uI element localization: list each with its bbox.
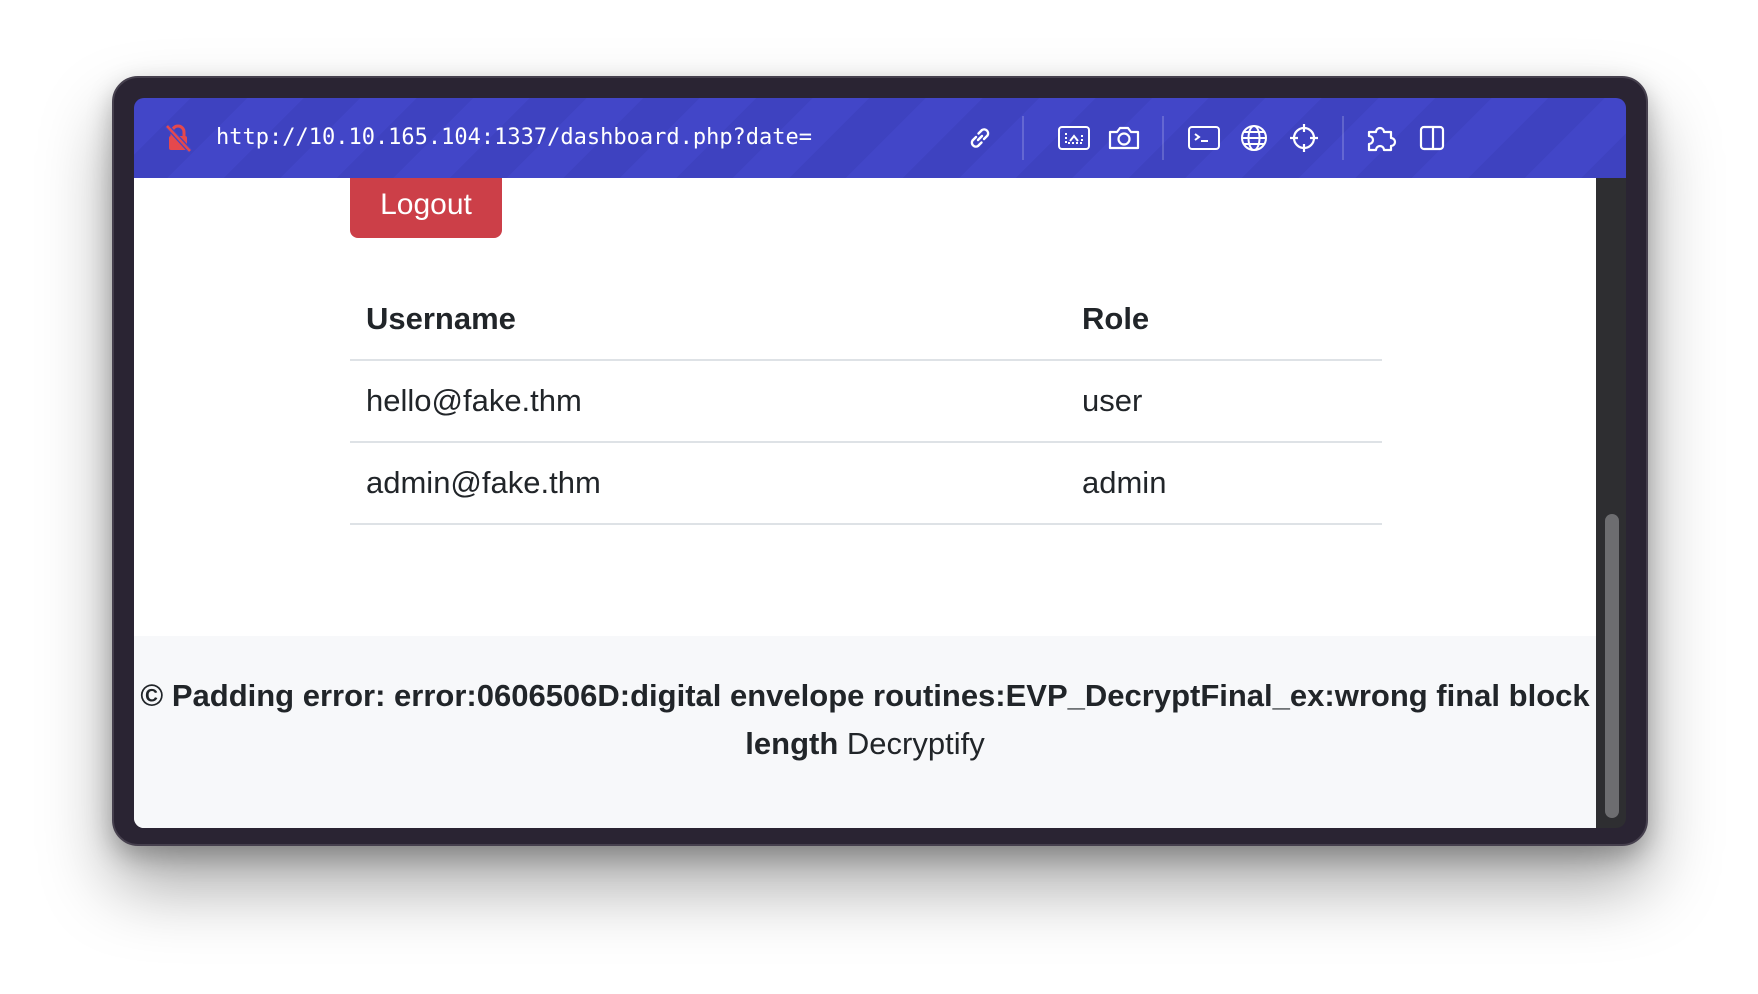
footer-text: © Padding error: error:0606506D:digital … — [134, 672, 1596, 768]
table-row: admin@fake.thm admin — [350, 442, 1382, 525]
column-header-username: Username — [350, 278, 1066, 361]
toolbar-divider — [1162, 116, 1164, 160]
browser-window: http://10.10.165.104:1337/dashboard.php?… — [112, 76, 1648, 846]
extensions-puzzle-icon[interactable] — [1362, 118, 1402, 158]
split-view-icon[interactable] — [1412, 118, 1452, 158]
camera-icon[interactable] — [1104, 118, 1144, 158]
terminal-icon[interactable] — [1184, 118, 1224, 158]
table-row: hello@fake.thm user — [350, 360, 1382, 443]
role-cell: user — [1066, 360, 1382, 443]
not-secure-lock-icon[interactable] — [162, 122, 194, 154]
logout-button[interactable]: Logout — [350, 178, 502, 238]
footer-brand: Decryptify — [846, 726, 985, 761]
users-table: Username Role hello@fake.thm user admin@… — [350, 278, 1382, 525]
username-cell: admin@fake.thm — [350, 442, 1066, 525]
link-icon[interactable] — [960, 118, 1000, 158]
page-footer: © Padding error: error:0606506D:digital … — [134, 636, 1596, 828]
scrollbar-thumb[interactable] — [1605, 514, 1619, 818]
globe-icon[interactable] — [1234, 118, 1274, 158]
column-header-role: Role — [1066, 278, 1382, 361]
browser-toolbar: http://10.10.165.104:1337/dashboard.php?… — [134, 98, 1626, 178]
address-bar[interactable]: http://10.10.165.104:1337/dashboard.php?… — [216, 122, 812, 154]
crosshair-icon[interactable] — [1284, 118, 1324, 158]
scrollbar-track[interactable] — [1596, 178, 1626, 828]
table-header-row: Username Role — [350, 278, 1382, 361]
page-content: Logout Username Role hello@fake.thm user… — [134, 178, 1596, 828]
username-cell: hello@fake.thm — [350, 360, 1066, 443]
role-cell: admin — [1066, 442, 1382, 525]
screenshot-area-icon[interactable] — [1054, 118, 1094, 158]
copyright-symbol: © — [140, 678, 164, 713]
toolbar-divider — [1342, 116, 1344, 160]
toolbar-divider — [1022, 116, 1024, 160]
